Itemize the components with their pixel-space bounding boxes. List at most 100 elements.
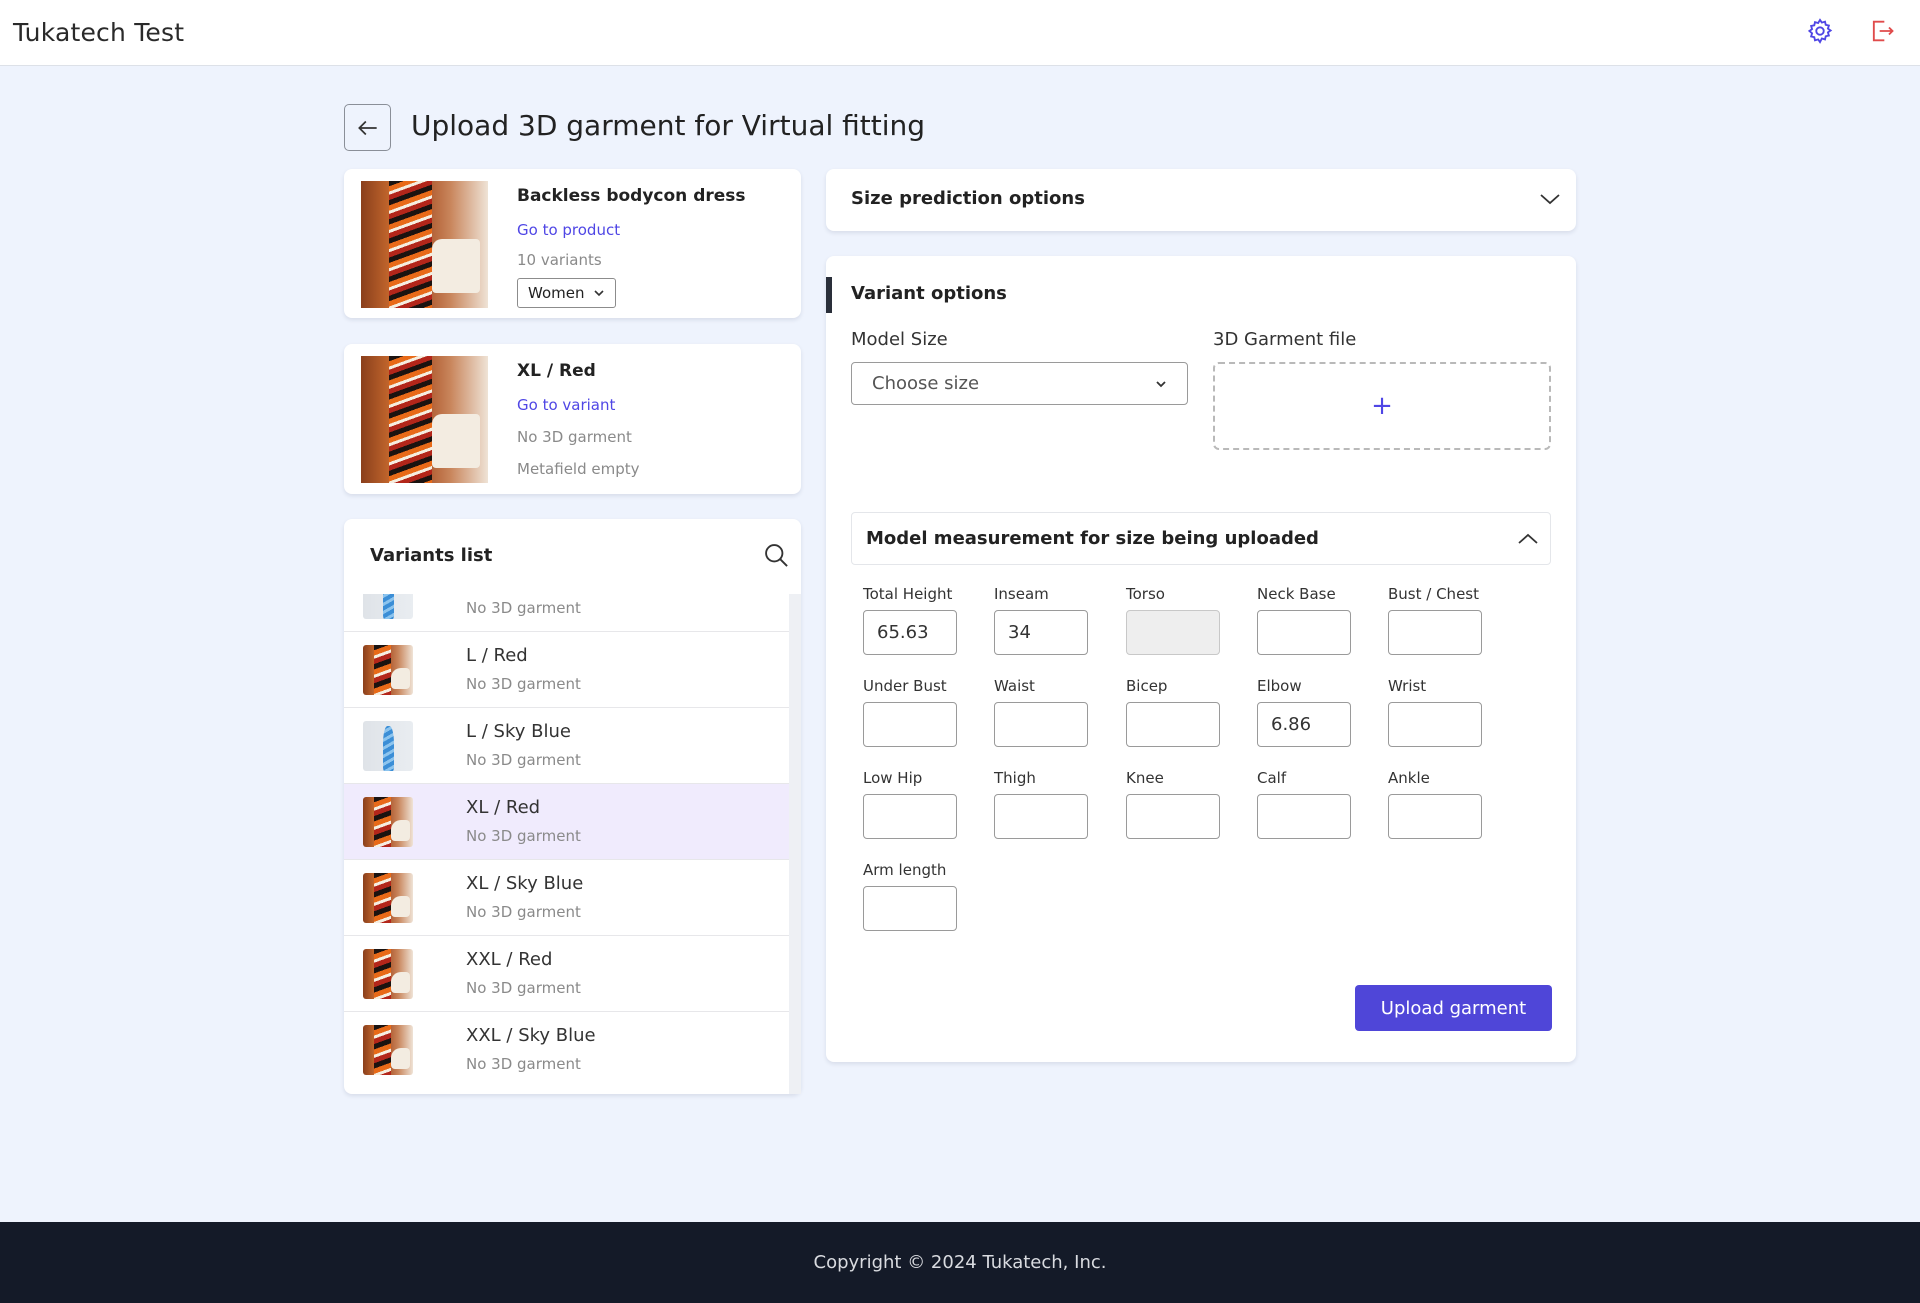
variant-thumbnail — [363, 873, 413, 923]
chevron-down-icon — [1156, 380, 1166, 387]
inseam-input[interactable] — [994, 610, 1088, 655]
app-title: Tukatech Test — [13, 18, 185, 47]
variants-list-scrollbar[interactable] — [789, 594, 801, 1094]
calf-input[interactable] — [1257, 794, 1351, 839]
wrist-input[interactable] — [1388, 702, 1482, 747]
knee-input[interactable] — [1126, 794, 1220, 839]
model-size-placeholder: Choose size — [872, 373, 980, 394]
waist-input[interactable] — [994, 702, 1088, 747]
list-item[interactable]: L / Sky Blue No 3D garment — [344, 708, 789, 784]
list-item-status: No 3D garment — [466, 1055, 581, 1073]
low-hip-label: Low Hip — [863, 769, 923, 787]
under-bust-input[interactable] — [863, 702, 957, 747]
gender-select-value: Women — [528, 284, 585, 302]
garment-status: No 3D garment — [517, 428, 632, 446]
list-item-selected[interactable]: XL / Red No 3D garment — [344, 784, 789, 860]
upload-garment-button[interactable]: Upload garment — [1355, 985, 1552, 1031]
measurements-title: Model measurement for size being uploade… — [866, 528, 1319, 549]
top-bar: Tukatech Test — [0, 0, 1920, 66]
bicep-label: Bicep — [1126, 677, 1168, 695]
variant-thumbnail — [363, 645, 413, 695]
variant-thumbnail — [363, 797, 413, 847]
inseam-label: Inseam — [994, 585, 1049, 603]
waist-label: Waist — [994, 677, 1035, 695]
list-item-status: No 3D garment — [466, 599, 581, 617]
calf-label: Calf — [1257, 769, 1287, 787]
arm-length-input[interactable] — [863, 886, 957, 931]
back-button[interactable] — [344, 104, 391, 151]
garment-file-dropzone[interactable]: + — [1213, 362, 1551, 450]
bust-chest-label: Bust / Chest — [1388, 585, 1479, 603]
search-button[interactable] — [762, 541, 792, 571]
footer: Copyright © 2024 Tukatech, Inc. — [0, 1222, 1920, 1303]
list-item-label: XXL / Red — [466, 949, 553, 970]
low-hip-input[interactable] — [863, 794, 957, 839]
arm-length-label: Arm length — [863, 861, 947, 879]
search-icon — [765, 544, 788, 567]
measurements-accordion[interactable]: Model measurement for size being uploade… — [851, 512, 1551, 565]
list-item-status: No 3D garment — [466, 675, 581, 693]
neck-base-label: Neck Base — [1257, 585, 1336, 603]
torso-label: Torso — [1126, 585, 1165, 603]
go-to-variant-link[interactable]: Go to variant — [517, 396, 615, 414]
bust-chest-input[interactable] — [1388, 610, 1482, 655]
list-item[interactable]: L / Red No 3D garment — [344, 632, 789, 708]
chevron-down-icon — [1540, 194, 1560, 205]
page-title: Upload 3D garment for Virtual fitting — [411, 109, 926, 142]
product-name: Backless bodycon dress — [517, 186, 746, 206]
logout-icon — [1872, 20, 1894, 42]
under-bust-label: Under Bust — [863, 677, 947, 695]
thigh-label: Thigh — [994, 769, 1036, 787]
knee-label: Knee — [1126, 769, 1164, 787]
gear-icon — [1807, 18, 1833, 44]
thigh-input[interactable] — [994, 794, 1088, 839]
model-size-label: Model Size — [851, 329, 948, 350]
elbow-label: Elbow — [1257, 677, 1302, 695]
variant-thumbnail — [363, 594, 413, 619]
list-item-label: L / Red — [466, 645, 528, 666]
go-to-product-link[interactable]: Go to product — [517, 221, 620, 239]
variants-list[interactable]: No 3D garment L / Red No 3D garment L / … — [344, 594, 789, 1094]
list-item[interactable]: XXL / Sky Blue No 3D garment — [344, 1012, 789, 1088]
variant-name: XL / Red — [517, 361, 596, 381]
variants-count: 10 variants — [517, 251, 602, 269]
list-item-status: No 3D garment — [466, 827, 581, 845]
arrow-left-icon — [357, 120, 377, 135]
gender-select[interactable]: Women — [517, 278, 616, 308]
torso-input — [1126, 610, 1220, 655]
variant-thumbnail — [363, 1025, 413, 1075]
variant-thumbnail — [363, 949, 413, 999]
ankle-input[interactable] — [1388, 794, 1482, 839]
variant-thumbnail — [363, 721, 413, 771]
variants-list-title: Variants list — [370, 545, 493, 566]
variant-image — [361, 356, 488, 483]
list-item[interactable]: XXL / Red No 3D garment — [344, 936, 789, 1012]
settings-button[interactable] — [1804, 15, 1836, 47]
total-height-label: Total Height — [863, 585, 953, 603]
section-indicator — [826, 277, 832, 313]
list-item-label: XXL / Sky Blue — [466, 1025, 596, 1046]
list-item-status: No 3D garment — [466, 751, 581, 769]
size-prediction-accordion[interactable]: Size prediction options — [826, 169, 1576, 231]
wrist-label: Wrist — [1388, 677, 1427, 695]
list-item-label: XL / Sky Blue — [466, 873, 584, 894]
neck-base-input[interactable] — [1257, 610, 1351, 655]
bicep-input[interactable] — [1126, 702, 1220, 747]
chevron-up-icon — [1518, 533, 1538, 544]
metafield-status: Metafield empty — [517, 460, 640, 478]
garment-file-label: 3D Garment file — [1213, 329, 1357, 350]
product-image — [361, 181, 488, 308]
list-item-label: L / Sky Blue — [466, 721, 571, 742]
ankle-label: Ankle — [1388, 769, 1430, 787]
list-item-status: No 3D garment — [466, 979, 581, 997]
logout-button[interactable] — [1866, 15, 1898, 47]
total-height-input[interactable] — [863, 610, 957, 655]
elbow-input[interactable] — [1257, 702, 1351, 747]
model-size-select[interactable]: Choose size — [851, 362, 1188, 405]
list-item-status: No 3D garment — [466, 903, 581, 921]
variant-options-title: Variant options — [851, 283, 1007, 304]
plus-icon: + — [1371, 391, 1393, 421]
list-item[interactable]: No 3D garment — [344, 594, 789, 632]
copyright-text: Copyright © 2024 Tukatech, Inc. — [813, 1252, 1107, 1273]
list-item[interactable]: XL / Sky Blue No 3D garment — [344, 860, 789, 936]
